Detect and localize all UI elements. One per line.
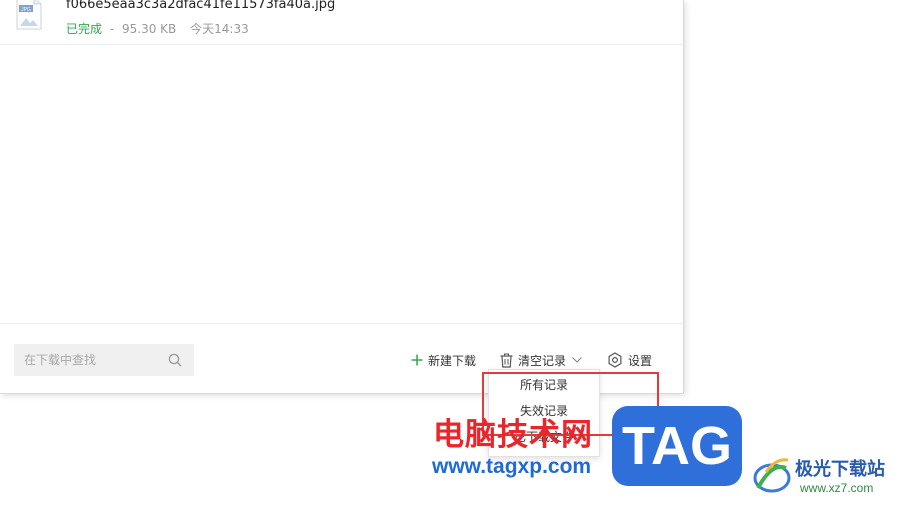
meta-separator: - xyxy=(109,22,115,36)
file-name: f066e5eaa3c3a2dfac41fe11573fa40a.jpg xyxy=(66,0,336,12)
download-panel: JPG f066e5eaa3c3a2dfac41fe11573fa40a.jpg… xyxy=(0,0,684,394)
status-text: 已完成 xyxy=(66,22,103,36)
tag-logo: TAG xyxy=(612,406,742,486)
plus-icon xyxy=(411,354,423,366)
xz-logo-icon xyxy=(753,458,791,493)
xz-site-name: 极光下载站 xyxy=(795,459,885,480)
watermark-site-name: 电脑技术网 xyxy=(433,417,593,453)
jpg-file-icon: JPG xyxy=(16,0,42,30)
download-list-item[interactable]: JPG f066e5eaa3c3a2dfac41fe11573fa40a.jpg… xyxy=(0,0,683,45)
file-meta: 已完成 - 95.30 KB 今天14:33 xyxy=(66,20,249,37)
settings-button[interactable]: 设置 xyxy=(607,350,652,370)
new-download-label: 新建下载 xyxy=(428,353,477,368)
clear-records-button[interactable]: 清空记录 xyxy=(500,350,582,370)
clear-records-label: 清空记录 xyxy=(518,353,567,368)
file-size: 95.30 KB xyxy=(122,22,177,36)
search-input[interactable] xyxy=(14,344,164,376)
search-icon[interactable] xyxy=(168,353,182,367)
xz-site-url: www.xz7.com xyxy=(800,481,874,495)
file-time: 今天14:33 xyxy=(190,22,249,36)
chevron-down-icon[interactable] xyxy=(572,357,582,363)
gear-icon xyxy=(608,352,622,368)
watermark-url: www.tagxp.com xyxy=(432,455,592,478)
settings-label: 设置 xyxy=(628,353,653,368)
new-download-button[interactable]: 新建下载 xyxy=(411,350,476,370)
trash-icon xyxy=(500,352,513,368)
search-box[interactable] xyxy=(14,344,194,376)
file-type-label: JPG xyxy=(21,7,31,13)
